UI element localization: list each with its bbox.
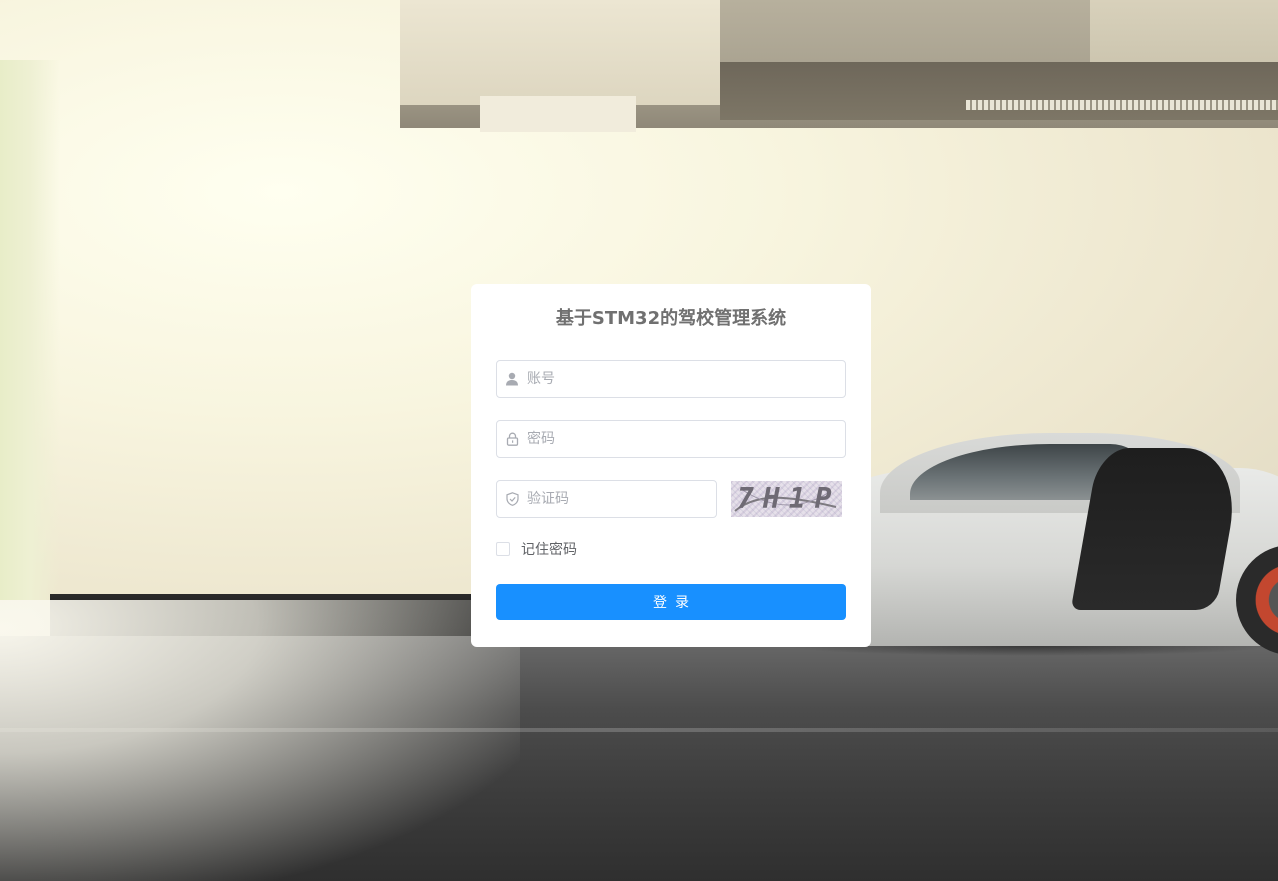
remember-password[interactable]: 记住密码 xyxy=(496,541,577,558)
page-title: 基于STM32的驾校管理系统 xyxy=(555,308,787,329)
username-field[interactable] xyxy=(496,360,846,398)
captcha-image[interactable]: 7H1P xyxy=(731,481,842,517)
lock-icon xyxy=(503,430,521,448)
background-ceiling-box xyxy=(480,96,636,132)
car-side-blade xyxy=(1070,448,1245,610)
background-beam-shadow xyxy=(720,62,1278,120)
login-card: 基于STM32的驾校管理系统 账号 验证码 7H1P 记住密码 登录 xyxy=(471,284,871,647)
username-input[interactable] xyxy=(527,361,837,397)
login-button[interactable]: 登录 xyxy=(496,584,846,620)
shield-check-icon xyxy=(503,490,521,508)
password-input[interactable] xyxy=(527,421,837,457)
password-field[interactable] xyxy=(496,420,846,458)
background-beam-left xyxy=(400,0,720,105)
captcha-text: 7H1P xyxy=(737,482,841,515)
remember-password-checkbox[interactable] xyxy=(496,542,510,556)
captcha-field[interactable] xyxy=(496,480,717,518)
background-light-fade xyxy=(0,600,520,881)
background-pipe xyxy=(966,100,1278,110)
remember-password-label: 记住密码 xyxy=(521,542,577,558)
background-foliage xyxy=(0,60,60,630)
user-icon xyxy=(503,370,521,388)
captcha-input[interactable] xyxy=(527,481,708,517)
